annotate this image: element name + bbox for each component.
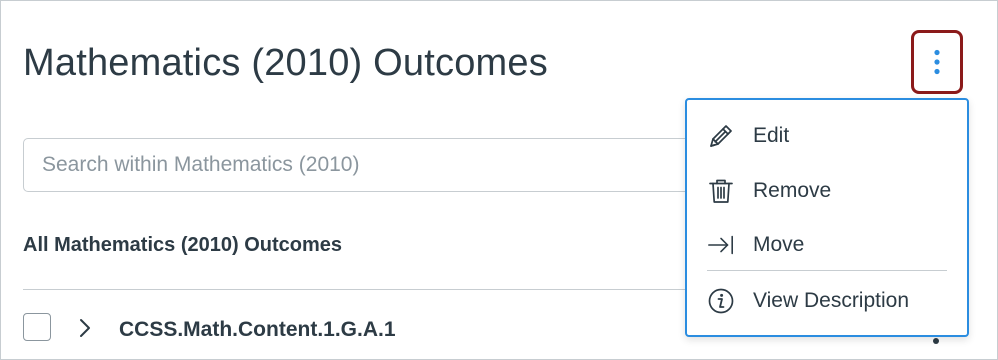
outcome-title[interactable]: CCSS.Math.Content.1.G.A.1 (119, 315, 396, 345)
menu-item-label: View Description (753, 289, 910, 312)
chevron-right-icon[interactable] (77, 317, 93, 339)
section-heading: All Mathematics (2010) Outcomes (23, 234, 342, 256)
outcome-checkbox[interactable] (23, 313, 51, 341)
options-menu-button[interactable] (911, 30, 963, 94)
search-input[interactable] (23, 138, 723, 192)
kebab-icon (934, 49, 940, 75)
outcomes-panel: Mathematics (2010) Outcomes All Mathemat… (0, 0, 998, 360)
menu-item-view-description[interactable]: View Description (687, 278, 967, 324)
menu-item-label: Edit (753, 124, 790, 147)
options-menu: Edit Remove Move View Description (685, 98, 969, 337)
menu-item-label: Remove (753, 179, 832, 202)
divider (23, 289, 713, 290)
menu-item-remove[interactable]: Remove (687, 168, 967, 214)
trash-icon (707, 177, 735, 205)
menu-item-edit[interactable]: Edit (687, 113, 967, 159)
page-title: Mathematics (2010) Outcomes (23, 42, 548, 84)
menu-divider (707, 270, 947, 271)
move-arrow-icon (707, 231, 735, 259)
pencil-icon (707, 122, 735, 150)
menu-item-label: Move (753, 233, 805, 256)
row-menu-dot[interactable] (933, 338, 939, 344)
menu-item-move[interactable]: Move (687, 222, 967, 268)
info-icon (707, 287, 735, 315)
